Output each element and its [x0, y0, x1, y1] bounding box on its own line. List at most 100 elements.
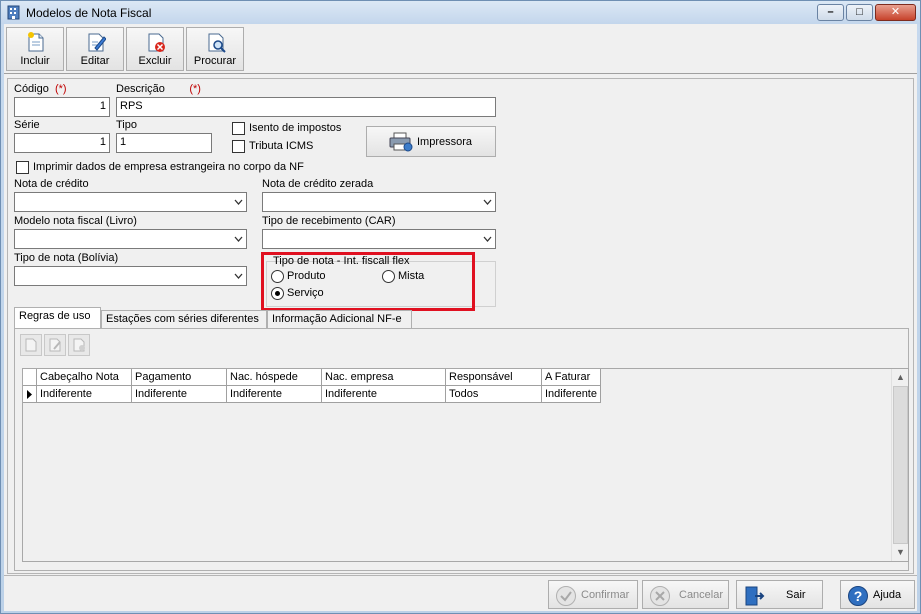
- servico-label: Serviço: [287, 287, 324, 299]
- table-cell[interactable]: Indiferente: [542, 386, 601, 403]
- grid-header[interactable]: Pagamento: [132, 369, 227, 386]
- produto-radio[interactable]: [271, 270, 284, 283]
- row-indicator[interactable]: [23, 386, 37, 403]
- svg-text:?: ?: [854, 588, 863, 604]
- title-bar[interactable]: Modelos de Nota Fiscal – □ ✕: [1, 1, 920, 24]
- scroll-down-icon[interactable]: ▼: [892, 544, 909, 561]
- table-cell[interactable]: Indiferente: [322, 386, 446, 403]
- grid-edit-button[interactable]: [44, 334, 66, 356]
- nota-credito-zerada-select[interactable]: [262, 192, 496, 212]
- isento-checkbox[interactable]: [232, 122, 245, 135]
- impressora-button[interactable]: Impressora: [366, 126, 496, 157]
- toolbar: Incluir Editar Excluir Procurar: [4, 24, 917, 74]
- table-cell[interactable]: Todos: [446, 386, 542, 403]
- tab-estacoes[interactable]: Estações com séries diferentes: [101, 310, 267, 328]
- modelo-livro-label: Modelo nota fiscal (Livro): [14, 215, 137, 227]
- chevron-down-icon: [234, 199, 243, 205]
- tributa-icms-checkbox[interactable]: [232, 140, 245, 153]
- chevron-down-icon: [483, 236, 492, 242]
- produto-label: Produto: [287, 270, 326, 282]
- main-window: Modelos de Nota Fiscal – □ ✕ Incluir Edi…: [0, 0, 921, 614]
- excluir-button[interactable]: Excluir: [126, 27, 184, 71]
- grid-header[interactable]: Cabeçalho Nota: [37, 369, 132, 386]
- isento-label: Isento de impostos: [249, 122, 342, 134]
- rules-grid[interactable]: Cabeçalho Nota Pagamento Nac. hóspede Na…: [22, 368, 909, 562]
- serie-input[interactable]: 1: [14, 133, 110, 153]
- sair-label: Sair: [786, 589, 806, 601]
- tipo-bolivia-label: Tipo de nota (Bolívia): [14, 252, 119, 264]
- tipo-nota-int-label: Tipo de nota - Int. fiscall flex: [273, 255, 410, 267]
- imprimir-estrangeira-label: Imprimir dados de empresa estrangeira no…: [33, 161, 304, 173]
- descricao-label: Descrição (*): [116, 83, 201, 95]
- grid-delete-button[interactable]: [68, 334, 90, 356]
- close-button[interactable]: ✕: [875, 4, 916, 21]
- row-pointer-icon: [27, 390, 32, 399]
- check-circle-icon: [556, 586, 576, 606]
- maximize-button[interactable]: □: [846, 4, 873, 21]
- nota-credito-select[interactable]: [14, 192, 247, 212]
- table-cell[interactable]: Indiferente: [132, 386, 227, 403]
- bottom-bar: Confirmar Cancelar Sair ? Ajuda: [4, 575, 917, 611]
- tab-regras-de-uso[interactable]: Regras de uso: [14, 307, 101, 329]
- codigo-input[interactable]: 1: [14, 97, 110, 117]
- close-icon: ✕: [890, 6, 901, 18]
- excluir-label: Excluir: [138, 55, 172, 67]
- radio-selected-dot: [275, 291, 280, 296]
- mista-label: Mista: [398, 270, 425, 282]
- grid-header[interactable]: Responsável: [446, 369, 542, 386]
- incluir-label: Incluir: [20, 55, 50, 67]
- confirmar-label: Confirmar: [581, 589, 630, 601]
- nota-credito-zerada-label: Nota de crédito zerada: [262, 178, 374, 190]
- edit-document-icon: [88, 33, 106, 52]
- minimize-button[interactable]: –: [817, 4, 844, 21]
- table-cell[interactable]: Indiferente: [227, 386, 322, 403]
- modelo-livro-select[interactable]: [14, 229, 247, 249]
- new-document-icon: [28, 32, 44, 52]
- impressora-label: Impressora: [417, 136, 473, 148]
- add-row-icon: [25, 338, 37, 352]
- edit-row-icon: [49, 338, 61, 352]
- grid-header[interactable]: Nac. hóspede: [227, 369, 322, 386]
- grid-header[interactable]: A Faturar: [542, 369, 601, 386]
- help-icon: ?: [848, 586, 868, 606]
- table-cell[interactable]: Indiferente: [37, 386, 132, 403]
- chevron-down-icon: [234, 273, 243, 279]
- imprimir-estrangeira-checkbox[interactable]: [16, 161, 29, 174]
- serie-label: Série: [14, 119, 40, 131]
- maximize-icon: □: [856, 6, 863, 18]
- descricao-input[interactable]: RPS: [116, 97, 496, 117]
- tab-informacao-adicional[interactable]: Informação Adicional NF-e: [267, 310, 412, 328]
- servico-radio[interactable]: [271, 287, 284, 300]
- tributa-icms-label: Tributa ICMS: [249, 140, 314, 152]
- client-area: Incluir Editar Excluir Procurar Código (…: [4, 24, 917, 611]
- codigo-label: Código (*): [14, 83, 67, 95]
- cancelar-button[interactable]: Cancelar: [642, 580, 729, 609]
- editar-button[interactable]: Editar: [66, 27, 124, 71]
- ajuda-button[interactable]: ? Ajuda: [840, 580, 915, 609]
- tipo-input[interactable]: 1: [116, 133, 212, 153]
- grid-header[interactable]: Nac. empresa: [322, 369, 446, 386]
- editar-label: Editar: [80, 55, 110, 67]
- exit-door-icon: [745, 586, 765, 606]
- cancelar-label: Cancelar: [679, 589, 724, 601]
- app-icon: [7, 5, 20, 20]
- procurar-button[interactable]: Procurar: [186, 27, 244, 71]
- tab-content: Cabeçalho Nota Pagamento Nac. hóspede Na…: [14, 328, 909, 571]
- tipo-bolivia-select[interactable]: [14, 266, 247, 286]
- form-panel: Código (*) 1 Descrição (*) RPS Série 1 T…: [7, 78, 914, 574]
- vertical-scrollbar[interactable]: ▲ ▼: [891, 369, 908, 561]
- scroll-thumb[interactable]: [893, 386, 908, 544]
- tipo-recebimento-select[interactable]: [262, 229, 496, 249]
- search-document-icon: [208, 33, 226, 53]
- scroll-up-icon[interactable]: ▲: [892, 369, 909, 386]
- sair-button[interactable]: Sair: [736, 580, 823, 609]
- grid-corner: [23, 369, 37, 386]
- ajuda-label: Ajuda: [873, 589, 902, 601]
- mista-radio[interactable]: [382, 270, 395, 283]
- confirmar-button[interactable]: Confirmar: [548, 580, 638, 609]
- nota-credito-label: Nota de crédito: [14, 178, 89, 190]
- tipo-recebimento-label: Tipo de recebimento (CAR): [262, 215, 396, 227]
- procurar-label: Procurar: [193, 55, 237, 67]
- incluir-button[interactable]: Incluir: [6, 27, 64, 71]
- grid-add-button[interactable]: [20, 334, 42, 356]
